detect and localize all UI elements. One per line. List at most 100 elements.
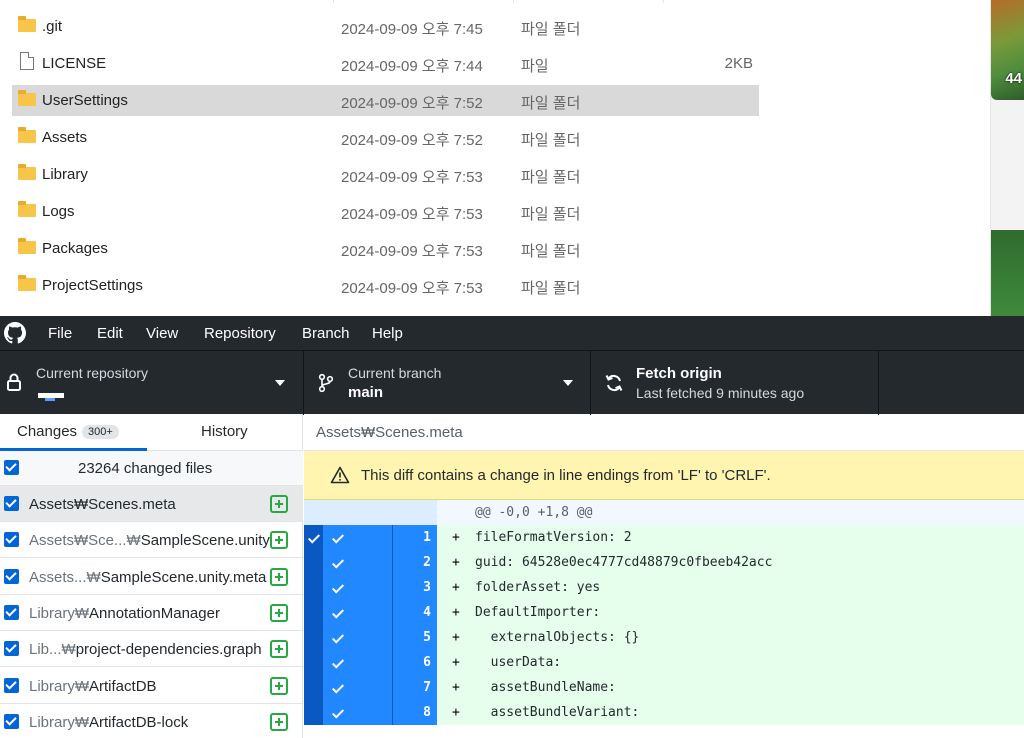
changed-file-name: ArtifactDB-lock xyxy=(89,713,189,731)
redacted-repository-name-accent xyxy=(45,398,55,401)
file-added-icon xyxy=(270,712,288,731)
tab-changes-label: Changes xyxy=(17,423,78,440)
line-select-gutter[interactable] xyxy=(323,625,392,650)
tab-history-label: History xyxy=(201,423,248,440)
file-include-checkbox[interactable] xyxy=(4,641,19,657)
menu-edit[interactable]: Edit xyxy=(97,325,123,342)
file-include-checkbox[interactable] xyxy=(4,496,19,511)
file-type: 파일 폴더 xyxy=(521,169,581,186)
file-date: 2024-09-09 오후 7:53 xyxy=(341,280,483,297)
check-icon xyxy=(331,656,345,669)
line-ending-warning: This diff contains a change in line endi… xyxy=(304,451,1024,500)
changed-file-path: Lib...₩project-dependencies.graph xyxy=(29,641,262,658)
changes-count-badge: 300+ xyxy=(82,425,119,439)
game-thumbnail[interactable]: 44 xyxy=(991,0,1024,100)
diff-line[interactable]: 3 + folderAsset: yes xyxy=(304,575,1024,600)
menu-bar: File Edit View Repository Branch Help xyxy=(0,316,1024,350)
diff-sign: + xyxy=(452,680,460,695)
select-all-checkbox[interactable] xyxy=(4,460,19,475)
diff-code: fileFormatVersion: 2 xyxy=(475,530,632,545)
chevron-down-icon xyxy=(563,380,573,386)
hunk-select-gutter[interactable] xyxy=(304,625,323,650)
changed-file-dir: Lib...₩ xyxy=(29,641,76,659)
file-row[interactable]: .git 2024-09-09 오후 7:45 파일 폴더 xyxy=(12,11,759,42)
diff-line[interactable]: 1 + fileFormatVersion: 2 xyxy=(304,525,1024,550)
file-row[interactable]: Logs 2024-09-09 오후 7:53 파일 폴더 xyxy=(12,196,759,227)
line-number: 4 xyxy=(392,600,437,625)
current-branch-button[interactable]: Current branch main xyxy=(304,351,591,415)
changed-file-row[interactable]: Library₩ArtifactDB xyxy=(0,668,303,704)
github-logo-icon xyxy=(4,322,26,344)
file-include-checkbox[interactable] xyxy=(4,677,19,693)
menu-file[interactable]: File xyxy=(48,325,72,342)
file-added-icon xyxy=(270,495,288,513)
changed-file-row[interactable]: Assets₩Sce...₩SampleScene.unity xyxy=(0,522,303,559)
check-icon xyxy=(331,631,345,644)
hunk-select-gutter[interactable] xyxy=(304,650,323,675)
line-select-gutter[interactable] xyxy=(323,600,392,625)
file-row[interactable]: Packages 2024-09-09 오후 7:53 파일 폴더 xyxy=(12,233,759,264)
line-select-gutter[interactable] xyxy=(323,700,392,725)
file-date: 2024-09-09 오후 7:52 xyxy=(341,132,483,149)
hunk-select-gutter[interactable] xyxy=(304,600,323,625)
file-include-checkbox[interactable] xyxy=(4,568,19,584)
diff-file-path: Assets₩Scenes.meta xyxy=(304,414,1024,451)
file-type: 파일 폴더 xyxy=(521,21,581,38)
changed-file-row[interactable]: Lib...₩project-dependencies.graph xyxy=(0,631,303,668)
menu-help[interactable]: Help xyxy=(372,325,403,342)
changed-file-row[interactable]: Library₩AnnotationManager xyxy=(0,595,303,631)
check-icon xyxy=(331,606,345,619)
file-include-checkbox[interactable] xyxy=(4,604,19,620)
changed-file-name: SampleScene.unity xyxy=(140,532,270,550)
hunk-select-gutter[interactable] xyxy=(304,675,323,700)
hunk-select-gutter[interactable] xyxy=(304,525,323,550)
diff-sign: + xyxy=(452,555,460,570)
hunk-select-gutter[interactable] xyxy=(304,700,323,725)
line-select-gutter[interactable] xyxy=(323,525,392,550)
file-name: ProjectSettings xyxy=(42,277,143,294)
line-select-gutter[interactable] xyxy=(323,575,392,600)
file-row[interactable]: Assets 2024-09-09 오후 7:52 파일 폴더 xyxy=(12,122,759,153)
hunk-select-gutter[interactable] xyxy=(304,550,323,575)
changed-file-row[interactable]: Assets...₩SampleScene.unity.meta xyxy=(0,559,303,595)
tab-changes[interactable]: Changes 300+ xyxy=(0,414,147,451)
diff-line[interactable]: 8 + assetBundleVariant: xyxy=(304,700,1024,725)
file-name: Packages xyxy=(42,240,108,257)
menu-branch[interactable]: Branch xyxy=(302,325,350,342)
thumbnail-badge: 44 xyxy=(1005,70,1022,87)
file-row[interactable]: ProjectSettings 2024-09-09 오후 7:53 파일 폴더 xyxy=(12,270,759,301)
line-number: 7 xyxy=(392,675,437,700)
changed-file-dir: Library₩ xyxy=(29,604,90,622)
changed-files-count: 23264 changed files xyxy=(78,460,213,477)
changed-file-row[interactable]: Assets₩Scenes.meta xyxy=(0,486,303,522)
folder-icon xyxy=(18,164,36,181)
line-number: 1 xyxy=(392,525,437,550)
changed-file-row[interactable]: Library₩ArtifactDB-lock xyxy=(0,704,303,738)
current-repository-label: Current repository xyxy=(36,365,149,381)
diff-line[interactable]: 7 + assetBundleName: xyxy=(304,675,1024,700)
diff-sign: + xyxy=(452,605,460,620)
diff-sign: + xyxy=(452,580,460,595)
hunk-select-gutter[interactable] xyxy=(304,575,323,600)
diff-line[interactable]: 6 + userData: xyxy=(304,650,1024,675)
file-name: Library xyxy=(42,166,88,183)
line-select-gutter[interactable] xyxy=(323,650,392,675)
line-select-gutter[interactable] xyxy=(323,675,392,700)
menu-view[interactable]: View xyxy=(146,325,178,342)
line-select-gutter[interactable] xyxy=(323,550,392,575)
lock-icon xyxy=(7,373,21,391)
file-include-checkbox[interactable] xyxy=(4,713,19,729)
file-row[interactable]: LICENSE 2024-09-09 오후 7:44 파일 2KB xyxy=(12,48,759,79)
current-repository-button[interactable]: Current repository xyxy=(0,351,304,415)
diff-line[interactable]: 4 + DefaultImporter: xyxy=(304,600,1024,625)
file-row[interactable]: UserSettings 2024-09-09 오후 7:52 파일 폴더 xyxy=(12,85,759,116)
menu-repository[interactable]: Repository xyxy=(204,325,276,342)
file-date: 2024-09-09 오후 7:53 xyxy=(341,169,483,186)
file-include-checkbox[interactable] xyxy=(4,532,19,548)
fetch-origin-button[interactable]: Fetch origin Last fetched 9 minutes ago xyxy=(591,351,879,415)
diff-line[interactable]: 2 + guid: 64528e0ec4777cd48879c0fbeeb42acc xyxy=(304,550,1024,575)
tab-history[interactable]: History xyxy=(147,414,303,451)
diff-line[interactable]: 5 + externalObjects: {} xyxy=(304,625,1024,650)
column-divider xyxy=(663,0,664,3)
file-row[interactable]: Library 2024-09-09 오후 7:53 파일 폴더 xyxy=(12,159,759,190)
